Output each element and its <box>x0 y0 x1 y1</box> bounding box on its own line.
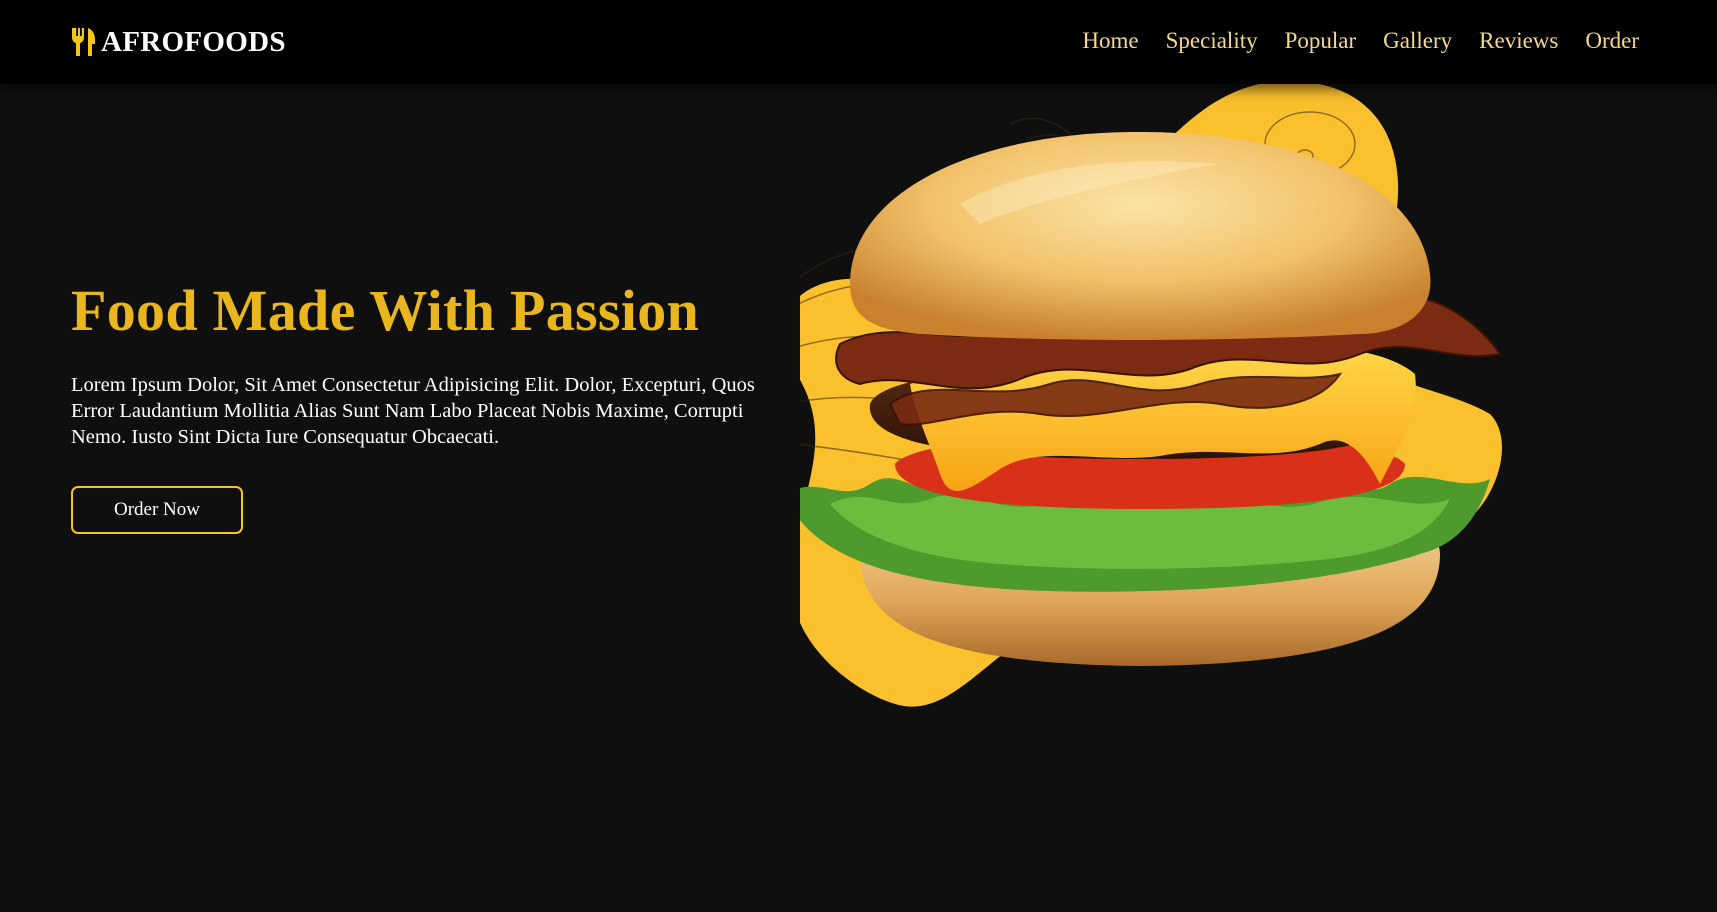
brand-name: AFROFOODS <box>101 25 286 58</box>
burger-image <box>774 81 1650 784</box>
brand-logo[interactable]: AFROFOODS <box>71 25 286 59</box>
nav-popular[interactable]: Popular <box>1285 27 1357 55</box>
hero-description: Lorem Ipsum Dolor, Sit Amet Consectetur … <box>71 374 755 448</box>
main-nav: Home Speciality Popular Gallery Reviews … <box>1082 27 1639 55</box>
nav-home[interactable]: Home <box>1082 27 1138 55</box>
order-now-button[interactable]: Order Now <box>71 486 243 534</box>
nav-order[interactable]: Order <box>1585 27 1639 55</box>
hero-title: Food Made With Passion <box>71 278 700 343</box>
nav-speciality[interactable]: Speciality <box>1166 27 1258 55</box>
site-header: AFROFOODS Home Speciality Popular Galler… <box>0 0 1717 84</box>
nav-gallery[interactable]: Gallery <box>1383 27 1452 55</box>
nav-reviews[interactable]: Reviews <box>1479 27 1558 55</box>
fork-knife-icon <box>71 27 97 57</box>
